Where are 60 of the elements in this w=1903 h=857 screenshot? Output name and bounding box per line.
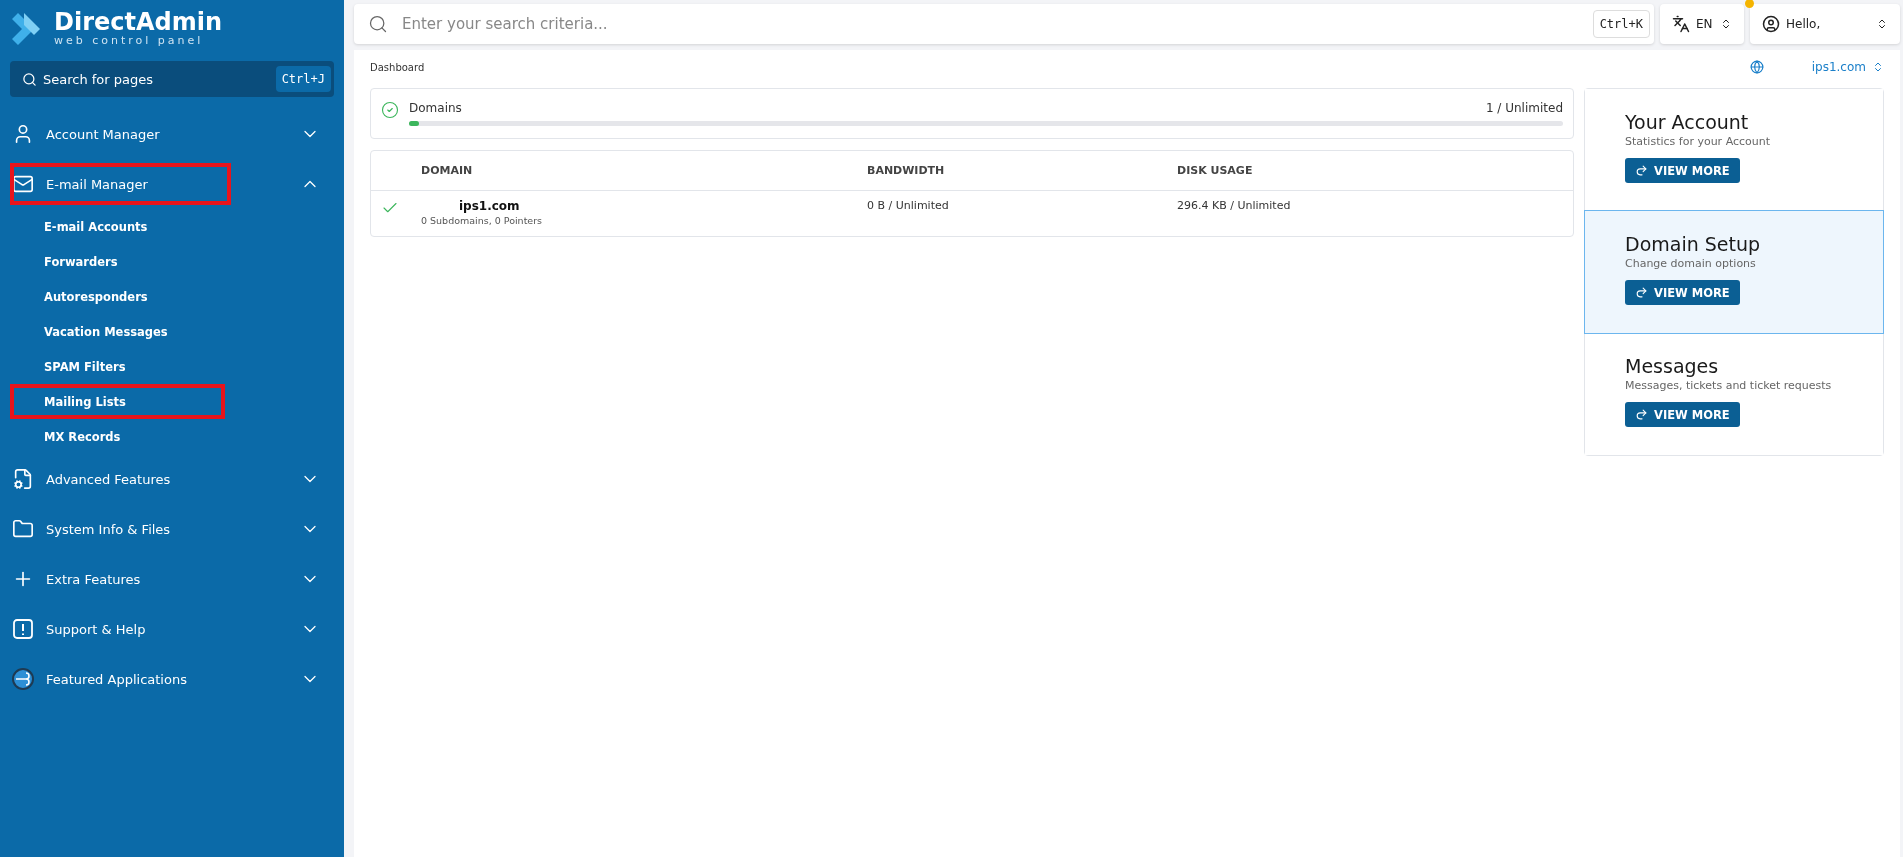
- nav-item[interactable]: Featured Applications: [46, 663, 187, 695]
- updown-icon[interactable]: [1872, 61, 1884, 73]
- redirect-icon: [1635, 408, 1648, 421]
- card-title: Messages: [1625, 355, 1719, 377]
- nav-item[interactable]: Account Manager: [46, 118, 160, 150]
- folder-icon: [12, 518, 34, 540]
- card-subtitle: Change domain options: [1625, 257, 1756, 270]
- search-field[interactable]: Enter your search criteria...: [400, 14, 1581, 34]
- view-more-button[interactable]: VIEW MORE: [1625, 280, 1740, 305]
- view-more-button[interactable]: VIEW MORE: [1625, 158, 1740, 183]
- envelope-icon: [12, 173, 34, 195]
- logo-subtitle: web control panel: [54, 34, 205, 47]
- breadcrumb[interactable]: Dashboard: [370, 61, 425, 73]
- domain-details: 0 Subdomains, 0 Pointers: [421, 215, 544, 226]
- card-subtitle: Messages, tickets and ticket requests: [1625, 379, 1832, 392]
- usage-label: Domains: [409, 101, 462, 115]
- submenu-item[interactable]: Autoresponders: [44, 289, 148, 304]
- search-icon: [22, 71, 37, 87]
- translate-icon: [1672, 15, 1690, 33]
- view-more-button[interactable]: VIEW MORE: [1625, 402, 1740, 427]
- shortcut-key: Ctrl+K: [1592, 10, 1650, 38]
- updown-icon: [1720, 18, 1732, 30]
- search-bar[interactable]: Enter your search criteria... Ctrl+K: [354, 4, 1654, 44]
- card-subtitle: Statistics for your Account: [1625, 135, 1771, 148]
- nav-item[interactable]: Extra Features: [46, 563, 141, 595]
- redirect-icon: [1635, 286, 1648, 299]
- submenu-item[interactable]: MX Records: [44, 429, 121, 444]
- submenu-item[interactable]: SPAM Filters: [44, 359, 126, 374]
- nav-item[interactable]: Support & Help: [46, 613, 146, 645]
- card-title: Domain Setup: [1625, 233, 1761, 255]
- nav-item[interactable]: System Info & Files: [46, 513, 171, 545]
- logo-title: DirectAdmin: [54, 10, 223, 34]
- updown-icon: [1876, 18, 1888, 30]
- card-title: Your Account: [1625, 111, 1749, 133]
- user-menu[interactable]: Hello,: [1750, 4, 1900, 44]
- column-header: DISK USAGE: [1177, 164, 1254, 177]
- table-cell-text: 0 B / Unlimited: [867, 199, 950, 212]
- nav-item[interactable]: E-mail Manager: [46, 168, 148, 200]
- submenu-item[interactable]: E-mail Accounts: [44, 219, 148, 234]
- exclamation-square-icon: [12, 618, 34, 640]
- submenu-item[interactable]: Mailing Lists: [44, 394, 126, 409]
- page-search-field[interactable]: Search for pages Ctrl+J: [10, 61, 334, 97]
- globe-icon: [1749, 60, 1764, 74]
- table-cell-text: 296.4 KB / Unlimited: [1177, 199, 1292, 212]
- usage-value: 1 / Unlimited: [1485, 101, 1563, 115]
- column-header: BANDWIDTH: [867, 164, 946, 177]
- language-selector[interactable]: EN: [1660, 4, 1744, 44]
- user-circle-icon: [1762, 15, 1780, 33]
- document-gear-icon: [12, 468, 34, 490]
- column-header: DOMAIN: [421, 164, 474, 177]
- redirect-icon: [1635, 164, 1648, 177]
- nav-item[interactable]: Advanced Features: [46, 463, 171, 495]
- domain-link[interactable]: ips1.com: [421, 199, 867, 213]
- submenu-item[interactable]: Vacation Messages: [44, 324, 168, 339]
- check-circle-icon: [381, 101, 399, 119]
- search-icon: [368, 14, 388, 34]
- domain-selector[interactable]: ips1.com: [1811, 60, 1866, 74]
- submenu-item[interactable]: Forwarders: [44, 254, 118, 269]
- app-circle-icon: [12, 668, 34, 690]
- shortcut-key: Ctrl+J: [275, 66, 331, 92]
